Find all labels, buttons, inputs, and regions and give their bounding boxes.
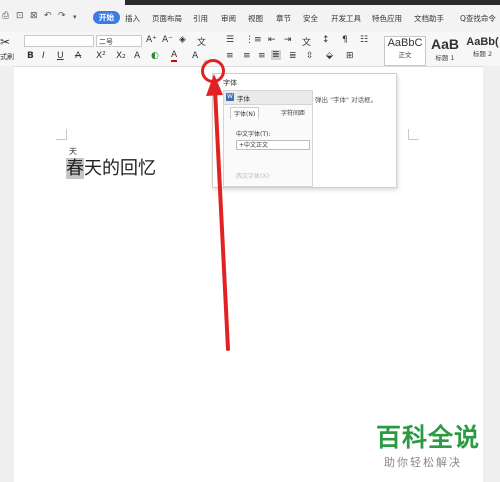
tab-developer[interactable]: 开发工具 [331,13,361,24]
chinese-font-label: 中文字体(T): [236,131,271,138]
style-heading-2-sample: AaBb( [466,36,499,48]
font-name-combo[interactable] [24,35,94,47]
tab-start[interactable]: 开始 [93,11,120,24]
line-spacing-icon[interactable]: ☷ [360,35,368,45]
font-color-icon[interactable]: A [171,51,178,62]
dialog-tab-spacing: 字符间距 [281,110,306,117]
margin-corner-mark [408,129,419,140]
subscript-button[interactable]: X₂ [116,51,126,61]
tab-insert[interactable]: 插入 [125,13,140,24]
style-heading-1-label: 标题 1 [435,54,455,62]
strikethrough-button[interactable]: A [75,51,81,61]
tab-chapter[interactable]: 章节 [276,13,291,24]
document-text-line[interactable]: 春天的回忆 [66,154,156,180]
text-effect-icon[interactable]: A [134,51,140,61]
page-margin-left [0,66,14,482]
tab-security[interactable]: 安全 [303,13,318,24]
italic-button[interactable]: I [42,51,45,61]
chinese-layout-icon[interactable]: 文 [302,35,311,48]
search-command[interactable]: Q查找命令 [460,13,496,24]
grow-font-icon[interactable]: A⁺ [146,35,157,45]
font-size-combo[interactable]: 二号 [96,35,142,47]
redo-icon[interactable]: ↷ [58,11,66,21]
chinese-font-field: +中文正文 [236,140,310,150]
style-normal-label: 正文 [398,51,412,59]
watermark-logo: 百科全说 [376,423,481,452]
tab-references[interactable]: 引用 [193,13,208,24]
indent-icon[interactable]: ⇥ [284,35,292,45]
format-painter-icon[interactable]: ✂ [0,35,10,49]
style-heading-1-sample: AaB [430,36,459,52]
page-margin-right [483,66,500,482]
align-left-icon[interactable]: ≡ [226,51,234,61]
tab-doc-assistant[interactable]: 文档助手 [414,13,444,24]
border-icon[interactable]: ⊞ [346,51,354,61]
tab-view[interactable]: 视图 [248,13,263,24]
align-center-icon[interactable]: ≡ [243,51,251,61]
ribbon: ✂ 式刷 二号 A⁺ A⁻ ◈ 文 B I U A X² X₂ A ◐ A A … [0,32,500,67]
bold-button[interactable]: B [27,51,34,61]
justify-icon[interactable]: ≣ [271,50,281,60]
tab-special[interactable]: 特色应用 [372,13,402,24]
tab-review[interactable]: 审阅 [221,13,236,24]
print-icon[interactable]: ⎙ [2,11,9,21]
underline-button[interactable]: U [57,51,64,61]
style-heading-2[interactable]: AaBb( 标题 2 [465,36,500,64]
highlight-icon[interactable]: ◐ [151,51,159,61]
watermark-slogan: 助你轻松解决 [384,456,462,469]
margin-corner-mark [56,129,67,140]
document-text[interactable]: 天的回忆 [84,158,156,179]
selected-character[interactable]: 春 [66,158,84,179]
shading-icon[interactable]: ⬙ [326,51,333,61]
export-icon[interactable]: ⊡ [16,11,24,21]
sort-icon[interactable]: ↕ [322,35,330,45]
spacing-icon[interactable]: ⇳ [306,51,314,61]
print-preview-icon[interactable]: ⊠ [30,11,38,21]
title-strip [125,0,500,5]
shrink-font-icon[interactable]: A⁻ [162,35,173,45]
number-list-icon[interactable]: ⋮≡ [245,35,262,45]
western-font-label: 西文字体(X): [236,173,271,180]
style-normal[interactable]: AaBbC 正文 [384,36,426,66]
superscript-button[interactable]: X² [96,51,106,61]
style-normal-sample: AaBbC [387,37,423,49]
undo-icon[interactable]: ↶ [44,11,52,21]
dropdown-icon[interactable]: ▾ [73,13,77,21]
distribute-icon[interactable]: ≣ [289,51,297,61]
style-heading-1[interactable]: AaB 标题 1 [426,36,464,64]
outdent-icon[interactable]: ⇤ [268,35,276,45]
align-right-icon[interactable]: ≡ [258,51,266,61]
clear-format-icon[interactable]: ◈ [179,35,186,45]
tooltip-description: 弹出 "字体" 对话框。 [315,96,378,104]
show-marks-icon[interactable]: ¶ [342,35,348,45]
bullet-list-icon[interactable]: ☰ [226,35,234,45]
char-border-icon[interactable]: A [192,51,198,61]
annotation-arrow-icon [206,74,230,351]
format-painter-label[interactable]: 式刷 [0,52,14,62]
style-heading-2-label: 标题 2 [472,50,493,58]
tab-page-layout[interactable]: 页面布局 [152,13,182,24]
title-menu-bar: ⎙ ⊡ ⊠ ↶ ↷ ▾ 开始 插入 页面布局 引用 审阅 视图 章节 安全 开发… [0,0,500,32]
phonetic-icon[interactable]: 文 [197,35,206,48]
